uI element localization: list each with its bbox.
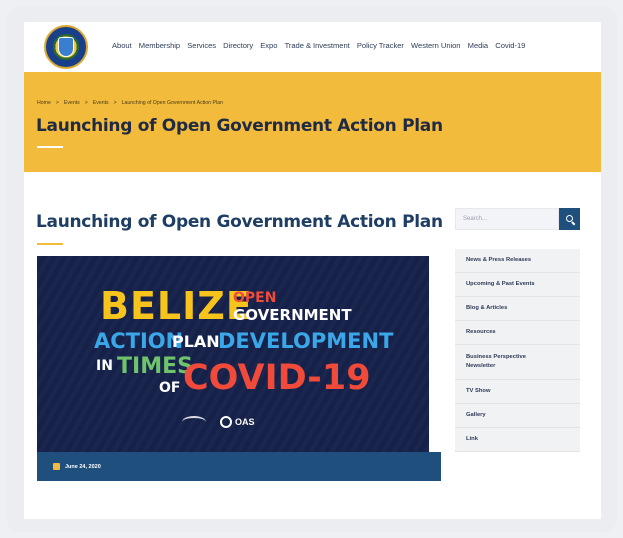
search-icon — [565, 215, 573, 222]
page-title: Launching of Open Government Action Plan — [36, 116, 443, 136]
search-input[interactable]: Search... — [455, 208, 559, 230]
sidebar-item-link[interactable]: Link — [455, 428, 580, 452]
chamber-logo[interactable] — [44, 25, 88, 69]
image-text-of: OF — [159, 380, 181, 396]
article-date: June 24, 2020 — [65, 463, 101, 470]
image-text-plan: PLAN — [172, 332, 220, 351]
sidebar-item-news[interactable]: News & Press Releases — [455, 249, 580, 273]
oas-logo-text: OAS — [235, 417, 255, 427]
sidebar-item-label: Blog & Articles — [466, 305, 508, 311]
nav-trade-investment[interactable]: Trade & Investment — [285, 41, 350, 50]
nav-about[interactable]: About — [112, 41, 132, 50]
sponsor-logos: OAS — [182, 416, 255, 428]
sponsor-logo-icon — [182, 416, 206, 428]
site-header: About Membership Services Directory Expo… — [24, 22, 601, 72]
sidebar-item-newsletter[interactable]: Business Perspective Newsletter — [455, 345, 580, 380]
breadcrumb: Home > Events > Events > Launching of Op… — [37, 100, 223, 106]
breadcrumb-separator: > — [55, 100, 59, 106]
nav-membership[interactable]: Membership — [139, 41, 180, 50]
sidebar-item-label: Link — [466, 436, 478, 442]
nav-covid-19[interactable]: Covid-19 — [495, 41, 525, 50]
article-meta-bar: June 24, 2020 — [37, 452, 441, 481]
article-title-underline — [37, 243, 63, 245]
main-nav: About Membership Services Directory Expo… — [112, 41, 532, 50]
image-text-government: GOVERNMENT — [233, 306, 352, 324]
sidebar-item-label: Upcoming & Past Events — [466, 281, 535, 287]
search-button[interactable] — [559, 208, 580, 230]
oas-logo: OAS — [220, 416, 255, 428]
sidebar-menu: News & Press Releases Upcoming & Past Ev… — [455, 249, 580, 452]
sidebar-item-events[interactable]: Upcoming & Past Events — [455, 273, 580, 297]
image-text-times: TIMES — [117, 354, 193, 379]
sidebar-item-label: News & Press Releases — [466, 257, 532, 263]
sidebar-item-label: TV Show — [466, 388, 491, 394]
nav-services[interactable]: Services — [187, 41, 216, 50]
page-hero: Home > Events > Events > Launching of Op… — [24, 72, 601, 172]
calendar-icon — [53, 463, 60, 470]
nav-directory[interactable]: Directory — [223, 41, 253, 50]
web-page: About Membership Services Directory Expo… — [24, 22, 601, 519]
image-text-open: OPEN — [233, 290, 277, 306]
sidebar-item-label: Resources — [466, 329, 496, 335]
image-text-action: ACTION — [94, 329, 184, 353]
breadcrumb-separator: > — [113, 100, 117, 106]
oas-ring-icon — [220, 416, 232, 428]
breadcrumb-events[interactable]: Events — [64, 100, 80, 106]
image-text-development: DEVELOPMENT — [218, 329, 394, 353]
nav-media[interactable]: Media — [468, 41, 488, 50]
sidebar-item-tv-show[interactable]: TV Show — [455, 380, 580, 404]
sidebar-item-resources[interactable]: Resources — [455, 321, 580, 345]
breadcrumb-home[interactable]: Home — [37, 100, 51, 106]
nav-expo[interactable]: Expo — [260, 41, 277, 50]
breadcrumb-current: Launching of Open Government Action Plan — [121, 100, 223, 106]
image-text-covid: COVID-19 — [183, 358, 371, 398]
breadcrumb-events[interactable]: Events — [93, 100, 109, 106]
nav-policy-tracker[interactable]: Policy Tracker — [357, 41, 404, 50]
image-text-in: IN — [96, 358, 113, 374]
sidebar-item-gallery[interactable]: Gallery — [455, 404, 580, 428]
featured-image[interactable]: BELIZE OPEN GOVERNMENT ACTION PLAN DEVEL… — [37, 256, 429, 452]
image-text-belize: BELIZE — [100, 284, 253, 328]
title-underline — [37, 146, 63, 148]
sidebar-item-label: Gallery — [466, 412, 486, 418]
logo-shield-icon — [58, 37, 74, 57]
breadcrumb-separator: > — [84, 100, 88, 106]
sidebar-item-label: Business Perspective Newsletter — [466, 354, 526, 369]
sidebar-item-blog[interactable]: Blog & Articles — [455, 297, 580, 321]
article-title[interactable]: Launching of Open Government Action Plan — [36, 212, 443, 232]
nav-western-union[interactable]: Western Union — [411, 41, 460, 50]
